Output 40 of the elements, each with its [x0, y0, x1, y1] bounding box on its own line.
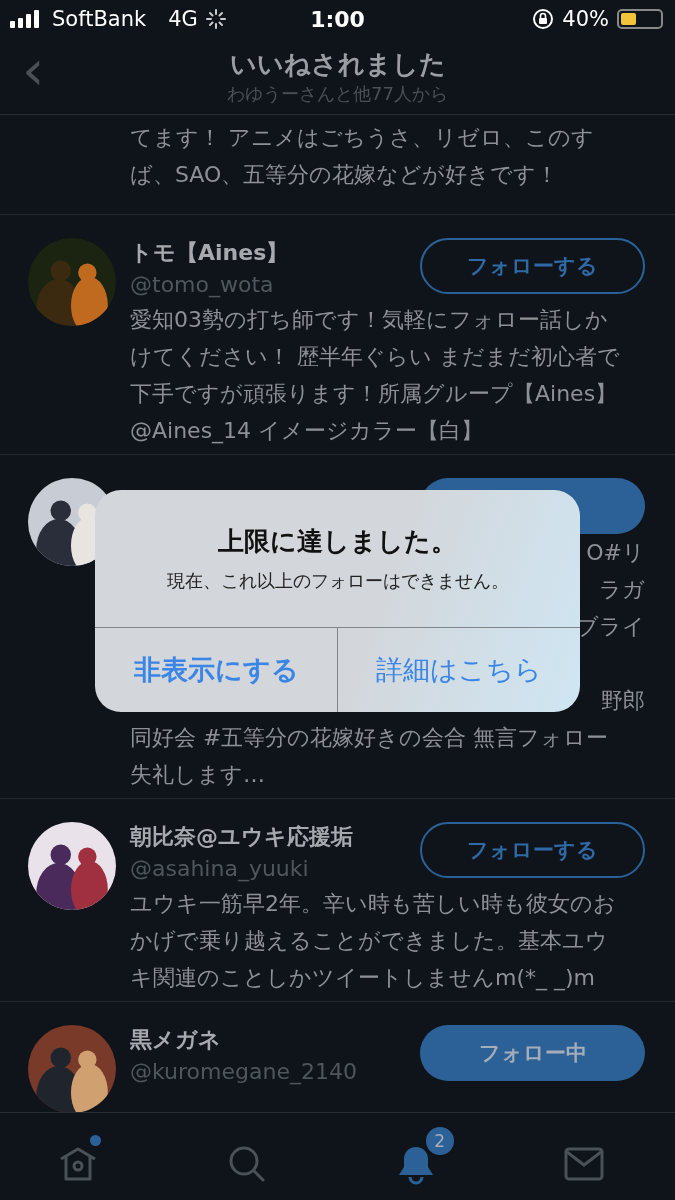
mail-icon — [563, 1146, 604, 1181]
bio-text: 下手ですが頑張ります！所属グループ【Aines】 — [130, 380, 619, 408]
page-subtitle: わゆうーさんと他77人から — [227, 81, 448, 106]
bio-text: かげで乗り越えることができました。基本ユウ — [130, 927, 609, 955]
bio-text: てます！ アニメはごちうさ、リゼロ、このす — [130, 124, 595, 152]
network-type: 4G — [168, 7, 198, 31]
bio-text: キ関連のことしかツイートしませんm(*_ _)m — [130, 964, 597, 993]
bio-text: 同好会 #五等分の花嫁好きの会合 無言フォロー — [130, 724, 610, 752]
bio-text: @Aines_14 イメージカラー【白】 — [130, 417, 485, 446]
notification-badge: 2 — [423, 1124, 456, 1157]
user-handle: @kuromegane_2140 — [130, 1058, 357, 1087]
user-handle: @asahina_yuuki — [130, 855, 310, 884]
alert-button[interactable]: 非表示にする — [95, 628, 337, 712]
bell-tab[interactable]: 2 — [387, 1122, 458, 1191]
user-name[interactable]: 黒メガネ — [130, 1025, 357, 1055]
follow-button[interactable]: フォローする — [420, 238, 645, 294]
alert-title: 上限に達しました。 — [218, 525, 457, 558]
spinner-icon — [205, 9, 226, 29]
bio-text: 失礼します… — [130, 761, 266, 789]
bio-text: ユウキ一筋早2年。辛い時も苦しい時も彼女のお — [130, 890, 617, 918]
page-title: いいねされました — [229, 47, 446, 81]
battery-icon — [617, 9, 663, 29]
carrier: SoftBank — [52, 7, 147, 31]
alert-message: 現在、これ以上のフォローはできません。 — [166, 569, 509, 593]
battery-percent: 40% — [562, 7, 609, 31]
clock: 1:00 — [310, 6, 365, 32]
bio-text: O#リ — [586, 539, 645, 567]
bio-text: ば、SAO、五等分の花嫁などが好きです！ — [130, 161, 560, 189]
back-button[interactable]: ‹ — [22, 42, 45, 98]
bio-text: 野郎 — [601, 687, 645, 715]
user-name[interactable]: 朝比奈@ユウキ応援垢 — [130, 822, 353, 852]
alert-button[interactable]: 詳細はこちら — [337, 628, 580, 712]
bio-text: 愛知03勢の打ち師です！気軽にフォロー話しか — [130, 306, 609, 334]
follow-button[interactable]: フォローする — [420, 822, 645, 878]
bio-text: ラガ — [599, 576, 645, 604]
orientation-lock-icon — [532, 8, 555, 30]
follow-button[interactable]: フォロー中 — [420, 1025, 645, 1081]
bio-text: けてください！ 歴半年ぐらい まだまだ初心者で — [130, 343, 621, 371]
user-handle: @tomo_wota — [130, 271, 275, 300]
user-name[interactable]: トモ【Aines】 — [130, 238, 289, 268]
